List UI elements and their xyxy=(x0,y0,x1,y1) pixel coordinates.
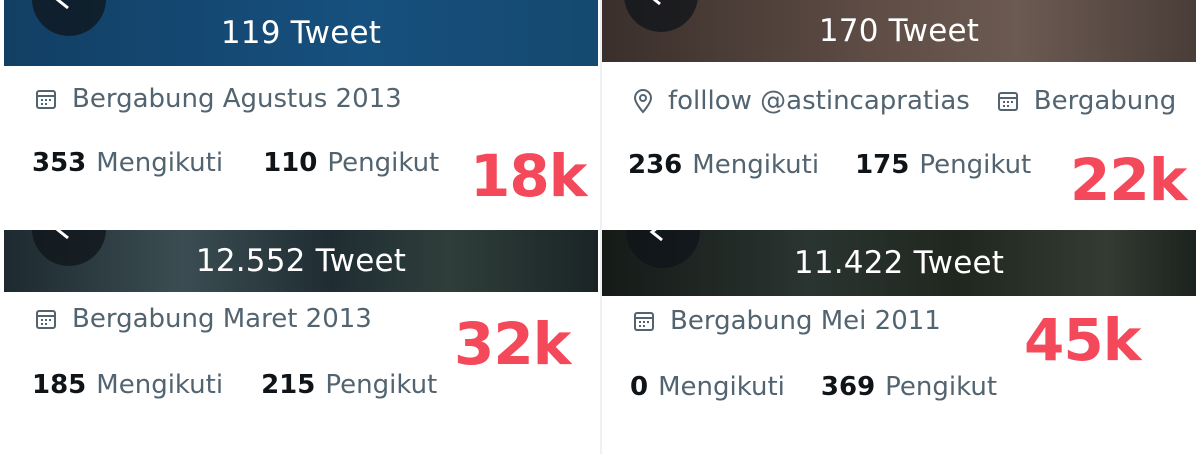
following-label: Mengikuti xyxy=(96,148,224,178)
tweet-count: 11.422 Tweet xyxy=(793,245,1005,281)
following-count: 236 xyxy=(628,150,683,180)
following-link[interactable]: 353 Mengikuti xyxy=(32,148,223,178)
followers-count: 369 xyxy=(820,372,876,402)
following-link[interactable]: 236 Mengikuti xyxy=(628,150,819,180)
arrow-left-icon xyxy=(55,0,69,10)
following-label: Mengikuti xyxy=(658,372,785,402)
followers-link[interactable]: 215 Pengikut xyxy=(261,370,437,400)
profile-panel-1: 119 Tweet Bergabung Agustus 2013 353 Men… xyxy=(4,0,598,226)
followers-count: 110 xyxy=(263,148,318,178)
following-count: 353 xyxy=(32,148,87,178)
following-link[interactable]: 185 Mengikuti xyxy=(32,370,223,400)
joined-date: Bergabung xyxy=(1033,86,1177,116)
following-label: Mengikuti xyxy=(96,370,224,400)
followers-label: Pengikut xyxy=(919,150,1032,180)
profile-panel-2: 170 Tweet folllow @astincapratias Bergab… xyxy=(602,0,1196,226)
follow-stats: 353 Mengikuti 110 Pengikut xyxy=(32,148,439,178)
overlay-follower-count: 22k xyxy=(1070,146,1187,214)
tweet-count: 170 Tweet xyxy=(818,13,980,49)
calendar-icon xyxy=(34,307,58,331)
follow-stats: 185 Mengikuti 215 Pengikut xyxy=(32,370,437,400)
followers-count: 175 xyxy=(855,150,910,180)
following-label: Mengikuti xyxy=(692,150,820,180)
tweet-count: 12.552 Tweet xyxy=(195,243,407,279)
joined-date: Bergabung Maret 2013 xyxy=(72,304,372,334)
location-icon xyxy=(632,88,654,114)
location-text: folllow @astincapratias xyxy=(668,86,970,116)
followers-label: Pengikut xyxy=(325,370,438,400)
arrow-left-icon xyxy=(55,230,69,240)
joined-date: Bergabung Mei 2011 xyxy=(670,306,941,336)
followers-link[interactable]: 110 Pengikut xyxy=(263,148,439,178)
calendar-icon xyxy=(34,87,58,111)
following-count: 185 xyxy=(32,370,87,400)
profile-info-row: Bergabung Agustus 2013 xyxy=(34,84,428,114)
overlay-follower-count: 32k xyxy=(454,310,571,378)
profile-panel-3: 12.552 Tweet Bergabung Maret 2013 185 Me… xyxy=(4,230,598,454)
following-count: 0 xyxy=(630,372,649,402)
followers-link[interactable]: 175 Pengikut xyxy=(855,150,1031,180)
calendar-icon xyxy=(996,89,1020,113)
calendar-icon xyxy=(632,309,656,333)
profile-info-row: Bergabung Maret 2013 xyxy=(34,304,398,334)
follow-stats: 0 Mengikuti 369 Pengikut xyxy=(630,372,997,402)
following-link[interactable]: 0 Mengikuti xyxy=(630,372,785,402)
followers-label: Pengikut xyxy=(885,372,998,402)
followers-link[interactable]: 369 Pengikut xyxy=(821,372,997,402)
followers-label: Pengikut xyxy=(327,148,440,178)
overlay-follower-count: 18k xyxy=(470,142,587,210)
arrow-left-icon xyxy=(652,0,661,6)
followers-count: 215 xyxy=(261,370,316,400)
tweet-count: 119 Tweet xyxy=(220,15,382,51)
profile-panel-4: 11.422 Tweet Bergabung Mei 2011 0 Mengik… xyxy=(602,230,1196,454)
arrow-left-icon xyxy=(649,230,663,242)
profile-info-row: Bergabung Mei 2011 xyxy=(632,306,967,336)
profile-info-row: folllow @astincapratias Bergabung xyxy=(632,86,1196,116)
follow-stats: 236 Mengikuti 175 Pengikut xyxy=(628,150,1031,180)
joined-date: Bergabung Agustus 2013 xyxy=(72,84,402,114)
overlay-follower-count: 45k xyxy=(1024,306,1141,374)
panel-divider xyxy=(600,0,602,454)
